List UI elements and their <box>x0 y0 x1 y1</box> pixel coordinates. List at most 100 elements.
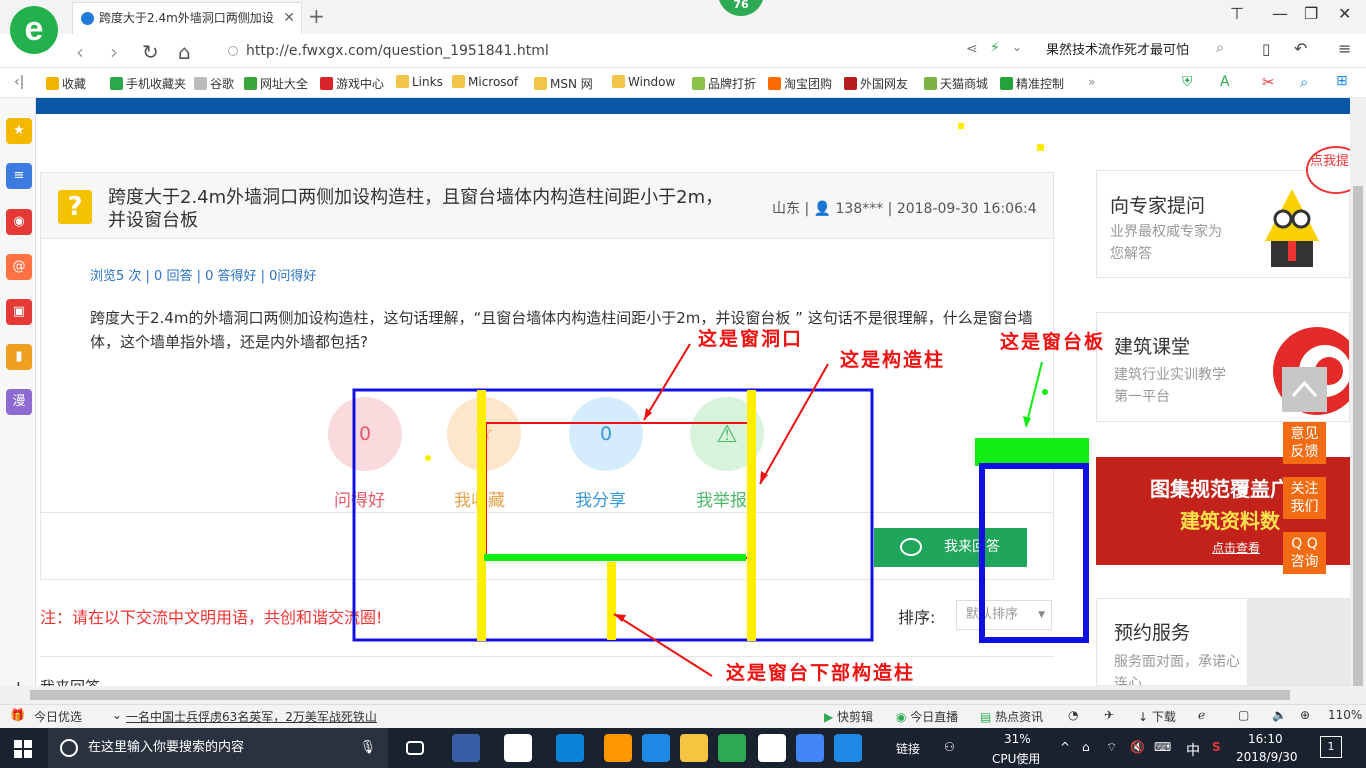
clock-date[interactable]: 2018/9/30 <box>1236 750 1298 764</box>
apps-icon[interactable]: ⊞ <box>1336 73 1348 89</box>
note-icon[interactable]: ▮ <box>6 344 32 370</box>
browser-tab[interactable]: 跨度大于2.4m外墙洞口两侧加设 ✕ <box>72 2 302 34</box>
feedback-button[interactable]: 意见 反馈 <box>1283 422 1326 464</box>
browser-g-icon[interactable] <box>796 734 824 762</box>
status-item[interactable]: ▶ 快剪辑 <box>824 708 873 725</box>
url-field[interactable]: http://e.fwxgx.com/question_1951841.html <box>222 38 957 64</box>
gift-icon[interactable]: 🎁 <box>10 708 25 722</box>
like-button[interactable]: 0 <box>328 397 402 471</box>
volume-icon[interactable]: 🔈 <box>1272 708 1287 722</box>
sogou-icon[interactable]: S <box>1212 740 1221 754</box>
status-item[interactable]: ▤ 热点资讯 <box>980 708 1043 725</box>
pin-icon[interactable]: ✈ <box>1104 708 1114 722</box>
bookmark-item[interactable]: 外国网友 <box>844 75 908 92</box>
ie-icon[interactable] <box>642 734 670 762</box>
follow-us-button[interactable]: 关注 我们 <box>1283 477 1326 519</box>
list-icon[interactable]: ≡ <box>6 163 32 189</box>
ask-expert-card[interactable]: 向专家提问 业界最权威专家为您解答 <box>1096 170 1350 278</box>
action-center-icon[interactable]: 1 <box>1320 736 1342 758</box>
bookmark-item[interactable]: Links <box>396 75 443 89</box>
favorite-label[interactable]: 我收藏 <box>454 486 505 511</box>
bookmark-item[interactable]: 精准控制 <box>1000 75 1064 92</box>
edge-blue-icon[interactable] <box>604 734 632 762</box>
report-label[interactable]: 我举报 <box>696 486 747 511</box>
share-button[interactable]: 0 <box>569 397 643 471</box>
360se-icon[interactable] <box>718 734 746 762</box>
bookmark-item[interactable]: 淘宝团购 <box>768 75 832 92</box>
horizontal-scroll-thumb[interactable] <box>30 690 1290 700</box>
undo-icon[interactable]: ↶ <box>1294 39 1307 58</box>
maximize-button[interactable]: ❐ <box>1304 4 1318 23</box>
bookmark-item[interactable]: 天猫商城 <box>924 75 988 92</box>
shield-icon[interactable]: ⛨ <box>1182 74 1193 90</box>
keyboard-icon[interactable]: ⌨ <box>1154 740 1171 754</box>
scissors-icon[interactable]: ✂ <box>1262 73 1275 91</box>
chevron-down-icon[interactable]: ⌄ <box>1012 40 1022 54</box>
share-label[interactable]: 我分享 <box>575 486 626 511</box>
magnifier-icon[interactable]: ⌕ <box>1300 73 1308 91</box>
fan-app-icon[interactable] <box>452 734 480 762</box>
answer-button[interactable]: 我来回答 <box>874 528 1027 567</box>
bookmark-item[interactable]: 网址大全 <box>244 75 308 92</box>
browser-logo-icon[interactable]: e <box>10 6 58 54</box>
bookmarks-collapse-icon[interactable]: ‹| <box>14 74 24 90</box>
game-icon[interactable]: ▣ <box>6 299 32 325</box>
menu-icon[interactable]: ≡ <box>1338 39 1351 58</box>
vertical-scroll-thumb[interactable] <box>1353 186 1363 686</box>
windows-start-icon[interactable] <box>14 740 32 758</box>
bookmark-item[interactable]: MSN 网 <box>534 75 593 92</box>
bookmark-item[interactable]: 品牌打折 <box>692 75 756 92</box>
question-stats[interactable]: 浏览5 次 | 0 回答 | 0 答得好 | 0问得好 <box>90 265 316 284</box>
comic-icon[interactable]: 漫 <box>6 389 32 415</box>
links-toolbar[interactable]: 链接 <box>896 740 920 757</box>
edge-icon[interactable] <box>504 734 532 762</box>
file-explorer-icon[interactable] <box>680 734 708 762</box>
tray-expand-icon[interactable]: ^ <box>1060 740 1070 754</box>
zoom-level[interactable]: 110% <box>1328 708 1362 722</box>
bookmark-item[interactable]: 手机收藏夹 <box>110 75 186 92</box>
wifi-icon[interactable]: ⌔ <box>1106 740 1117 755</box>
task-view-icon[interactable] <box>406 741 424 755</box>
window-icon[interactable]: ▢ <box>1238 708 1249 722</box>
people-icon[interactable]: ⚇ <box>944 740 955 754</box>
mail-icon[interactable]: @ <box>6 254 32 280</box>
bookmark-item[interactable]: Microsof <box>452 75 518 89</box>
status-item[interactable]: ◉ 今日直播 <box>896 708 958 725</box>
mail-icon[interactable] <box>758 734 786 762</box>
forward-button[interactable]: › <box>110 40 118 64</box>
refresh-button[interactable]: ↻ <box>142 40 159 64</box>
favorite-button[interactable]: ☆ <box>447 397 521 471</box>
clean-icon[interactable]: ◔ <box>1068 708 1078 722</box>
minimize-button[interactable]: — <box>1272 4 1288 23</box>
share-icon[interactable]: ⋖ <box>966 41 978 57</box>
taskbar-search[interactable]: 在这里输入你要搜索的内容 🎙 <box>48 728 388 768</box>
status-item[interactable]: ↓ 下载 <box>1138 708 1176 725</box>
back-button[interactable]: ‹ <box>76 40 84 64</box>
like-label[interactable]: 问得好 <box>334 486 385 511</box>
blue-app-icon[interactable] <box>834 734 862 762</box>
zoom-icon[interactable]: ⊕ <box>1300 708 1310 722</box>
new-tab-button[interactable]: + <box>308 4 325 28</box>
report-button[interactable]: ⚠ <box>690 397 764 471</box>
ime-indicator[interactable]: 中 <box>1186 740 1200 760</box>
bookmark-item[interactable]: 谷歌 <box>194 75 234 92</box>
star-icon[interactable]: ★ <box>6 118 32 144</box>
status-today-picks[interactable]: 今日优选 <box>34 708 82 725</box>
qq-consult-button[interactable]: Q Q 咨询 <box>1283 532 1326 574</box>
tab-close-icon[interactable]: ✕ <box>283 3 295 33</box>
banner-link[interactable]: 点击查看 <box>1212 539 1260 556</box>
360-browser-icon[interactable] <box>556 734 584 762</box>
appointment-card[interactable]: 预约服务 服务面对面，承诺心连心 <box>1096 598 1350 686</box>
phone-icon[interactable]: ▯ <box>1262 40 1270 58</box>
clock-time[interactable]: 16:10 <box>1248 732 1283 746</box>
mute-icon[interactable]: 🔇 <box>1130 740 1145 754</box>
back-to-top-button[interactable] <box>1282 367 1327 412</box>
bookmark-item[interactable]: 游戏中心 <box>320 75 384 92</box>
ie-mode-icon[interactable]: ℯ <box>1198 708 1205 722</box>
close-window-button[interactable]: ✕ <box>1338 4 1351 23</box>
bookmark-item[interactable]: 收藏 <box>46 75 86 92</box>
search-icon[interactable]: ⌕ <box>1216 40 1224 56</box>
skin-icon[interactable]: ⊤ <box>1230 4 1244 23</box>
home-button[interactable]: ⌂ <box>178 40 191 64</box>
status-news-link[interactable]: 一名中国士兵俘虏63名英军，2万美军战死铁山 <box>126 708 377 725</box>
